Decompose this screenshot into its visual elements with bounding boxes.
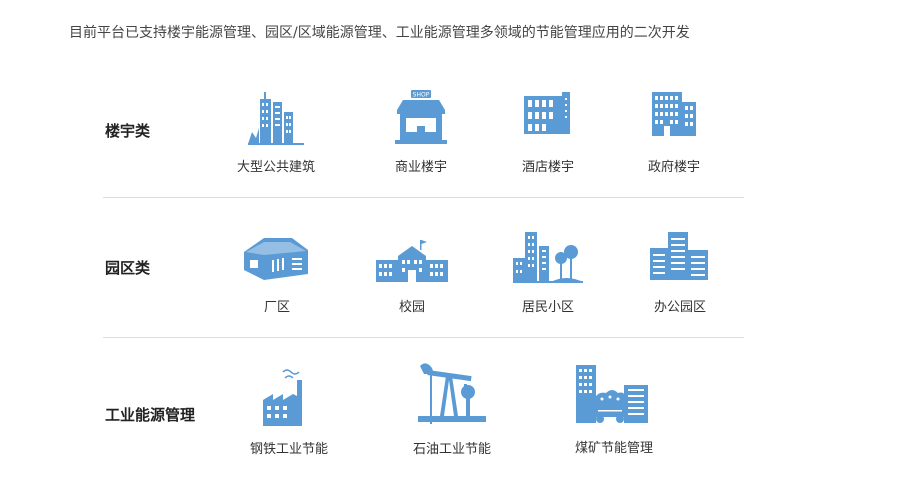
divider xyxy=(103,337,744,338)
item-label: 居民小区 xyxy=(521,300,574,315)
item-label: 煤矿节能管理 xyxy=(574,441,653,456)
category-label-parks: 园区类 xyxy=(105,259,151,277)
campus-icon xyxy=(376,240,448,282)
svg-text:SHOP: SHOP xyxy=(413,92,430,99)
item-office-park: 办公园区 xyxy=(615,230,745,315)
category-label-industrial: 工业能源管理 xyxy=(105,406,196,424)
item-label: 商业楼宇 xyxy=(394,160,447,175)
item-public-building: 大型公共建筑 xyxy=(211,88,341,175)
intro-text: 目前平台已支持楼宇能源管理、园区/区域能源管理、工业能源管理多领域的节能管理应用… xyxy=(69,25,690,41)
steel-factory-icon xyxy=(263,369,302,426)
item-coal-mine: 煤矿节能管理 xyxy=(549,363,679,456)
public-building-icon xyxy=(248,92,304,145)
hotel-icon xyxy=(524,92,570,134)
item-label: 厂区 xyxy=(263,300,290,315)
oil-pump-icon xyxy=(418,363,486,424)
residential-icon xyxy=(513,232,583,283)
government-building-icon xyxy=(652,92,696,136)
category-label-buildings: 楼宇类 xyxy=(105,122,151,140)
item-label: 钢铁工业节能 xyxy=(249,442,328,457)
item-campus: 校园 xyxy=(347,230,477,315)
item-hotel: 酒店楼宇 xyxy=(483,88,613,175)
item-label: 石油工业节能 xyxy=(412,442,491,457)
item-label: 校园 xyxy=(398,300,425,315)
item-factory-hall: 厂区 xyxy=(212,230,342,315)
item-label: 政府楼宇 xyxy=(647,160,700,175)
item-label: 酒店楼宇 xyxy=(521,160,574,175)
divider xyxy=(103,197,744,198)
item-shop: SHOP 商业楼宇 xyxy=(356,88,486,175)
item-residential: 居民小区 xyxy=(483,230,613,315)
coal-mine-icon xyxy=(576,365,648,423)
item-oil-pump: 石油工业节能 xyxy=(387,358,517,457)
shop-icon: SHOP xyxy=(395,90,447,144)
office-park-icon xyxy=(650,232,708,280)
item-label: 办公园区 xyxy=(653,300,706,315)
item-label: 大型公共建筑 xyxy=(236,160,315,175)
factory-hall-icon xyxy=(244,238,308,280)
item-government-building: 政府楼宇 xyxy=(609,88,739,175)
item-steel-factory: 钢铁工业节能 xyxy=(224,366,354,457)
